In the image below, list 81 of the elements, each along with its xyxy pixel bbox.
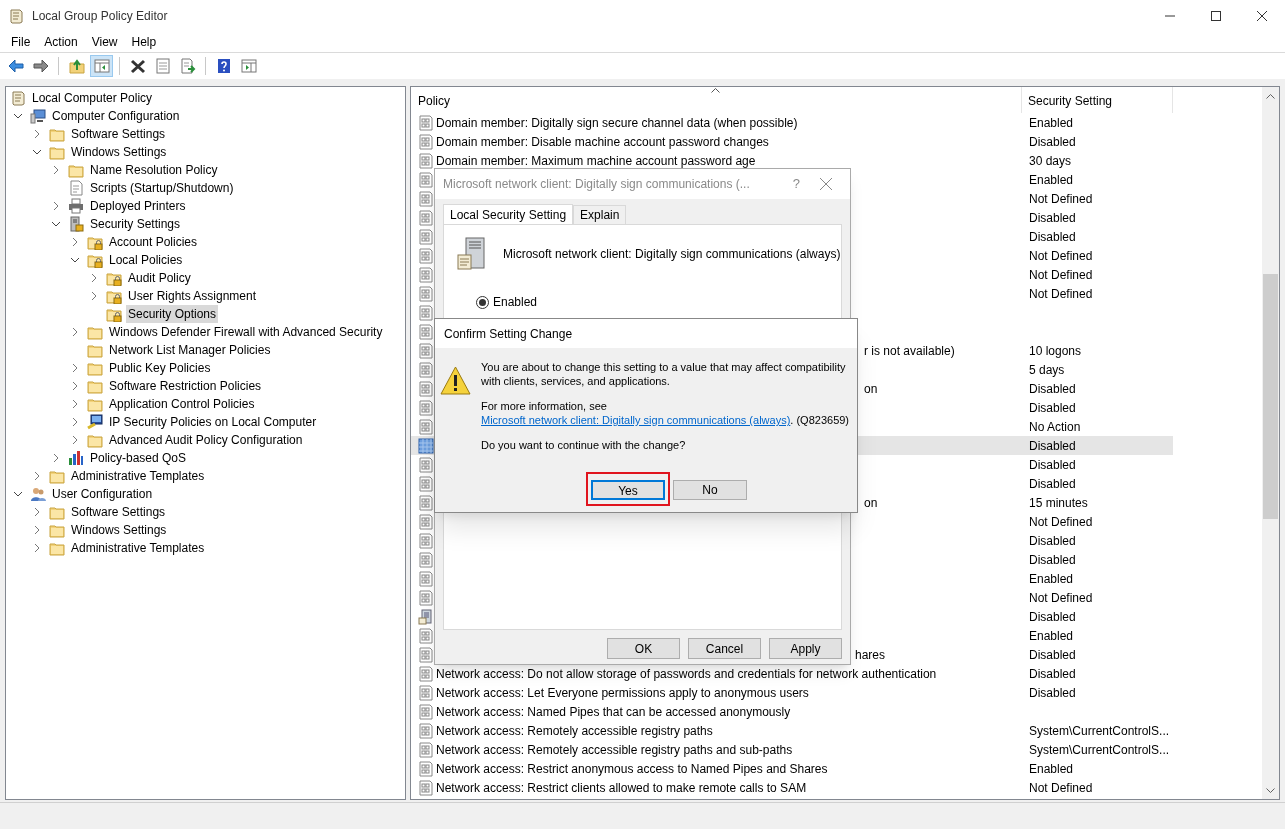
setting-value: Not Defined <box>1028 190 1093 208</box>
policy-name: Network access: Restrict clients allowed to make remote calls to SAM <box>436 779 807 797</box>
tree-label: Application Control Policies <box>108 396 256 413</box>
policy-name: Network access: Do not allow storage of passwords and credentials for network authentication <box>436 665 937 683</box>
setting-value: Disabled <box>1028 532 1076 550</box>
tree-label: Administrative Templates <box>70 540 206 557</box>
policy-name: on <box>864 380 878 398</box>
setting-value: Disabled <box>1028 608 1076 626</box>
setting-value: Disabled <box>1028 551 1076 569</box>
setting-value: Disabled <box>1028 228 1076 246</box>
tree-label: Software Settings <box>70 504 167 521</box>
tree-label: Administrative Templates <box>70 468 206 485</box>
setting-value: Disabled <box>1028 133 1076 151</box>
setting-value: Disabled <box>1028 437 1076 455</box>
setting-value: Disabled <box>1028 399 1076 417</box>
policy-name: Network access: Let Everyone permissions apply to anonymous users <box>436 684 809 702</box>
setting-value: Not Defined <box>1028 779 1093 797</box>
setting-value: Not Defined <box>1028 285 1093 303</box>
setting-value: Disabled <box>1028 209 1076 227</box>
setting-value: Enabled <box>1028 171 1074 189</box>
setting-value: 10 logons <box>1028 342 1082 360</box>
setting-value: Disabled <box>1028 646 1076 664</box>
setting-value: System\CurrentControlS... <box>1028 741 1170 759</box>
tree-label: Account Policies <box>108 234 199 251</box>
policy-title: Microsoft network client: Digitally sign communications (always) <box>503 246 841 263</box>
dialog-title: Microsoft network client: Digitally sign communications (... <box>443 176 750 193</box>
tree-label: Advanced Audit Policy Configuration <box>108 432 304 449</box>
question-text: Do you want to continue with the change? <box>481 438 687 452</box>
tree-label: Policy-based QoS <box>89 450 188 467</box>
setting-value: 30 days <box>1028 152 1072 170</box>
policy-name: on <box>864 494 878 512</box>
tree-label: Windows Settings <box>70 144 168 161</box>
tree-label: User Rights Assignment <box>127 288 258 305</box>
setting-value: Not Defined <box>1028 513 1093 531</box>
tree-label: Windows Settings <box>70 522 168 539</box>
tree-label: IP Security Policies on Local Computer <box>108 414 318 431</box>
tree-label: Scripts (Startup/Shutdown) <box>89 180 235 197</box>
setting-value: Not Defined <box>1028 266 1093 284</box>
tree-label: Deployed Printers <box>89 198 187 215</box>
tree-label: Audit Policy <box>127 270 192 287</box>
tree-label: Windows Defender Firewall with Advanced Security <box>108 324 384 341</box>
tree-label: Security Options <box>126 305 219 323</box>
tree-label: Public Key Policies <box>108 360 212 377</box>
tree-label: Local Policies <box>108 252 184 269</box>
setting-value: Disabled <box>1028 456 1076 474</box>
tree-label: Network List Manager Policies <box>108 342 272 359</box>
policy-name: Network access: Restrict anonymous access to Named Pipes and Shares <box>436 760 828 778</box>
policy-name: r is not available) <box>864 342 955 360</box>
policy-name: Network access: Remotely accessible registry paths and sub-paths <box>436 741 793 759</box>
setting-value: Enabled <box>1028 570 1074 588</box>
window-title: Local Group Policy Editor <box>32 7 168 25</box>
policy-name: Domain member: Digitally sign secure channel data (when possible) <box>436 114 798 132</box>
dialog-title: Confirm Setting Change <box>444 325 573 343</box>
policy-name: Network access: Remotely accessible registry paths <box>436 722 713 740</box>
tree-label: Local Computer Policy <box>31 90 154 107</box>
setting-value: System\CurrentControlS... <box>1028 722 1170 740</box>
warning-message: You are about to change this setting to a value that may affect compatibility with clients, services, and applications. <box>481 360 847 388</box>
setting-value: Disabled <box>1028 684 1076 702</box>
option-label: Enabled <box>493 294 538 311</box>
setting-value: Enabled <box>1028 760 1074 778</box>
setting-value: 5 days <box>1028 361 1065 379</box>
setting-value: No Action <box>1028 418 1081 436</box>
tree-label: Security Settings <box>89 216 182 233</box>
tree-label: Software Restriction Policies <box>108 378 263 395</box>
policy-name: Domain member: Disable machine account password changes <box>436 133 769 151</box>
tree-label: Software Settings <box>70 126 167 143</box>
policy-name: hares <box>855 646 886 664</box>
setting-value: Disabled <box>1028 380 1076 398</box>
tree-label: User Configuration <box>51 486 154 503</box>
setting-value: Not Defined <box>1028 589 1093 607</box>
tree-label: Computer Configuration <box>51 108 181 125</box>
setting-value: Enabled <box>1028 114 1074 132</box>
info-text: For more information, see Microsoft network client: Digitally sign communications (always). (Q823659) <box>481 399 851 427</box>
tree-label: Name Resolution Policy <box>89 162 219 179</box>
policy-name: Domain member: Maximum machine account password age <box>436 152 756 170</box>
policy-name: Network access: Named Pipes that can be accessed anonymously <box>436 703 791 721</box>
setting-value: Enabled <box>1028 627 1074 645</box>
setting-value: 15 minutes <box>1028 494 1088 512</box>
setting-value: Disabled <box>1028 475 1076 493</box>
setting-value: Not Defined <box>1028 247 1093 265</box>
setting-value: Disabled <box>1028 665 1076 683</box>
